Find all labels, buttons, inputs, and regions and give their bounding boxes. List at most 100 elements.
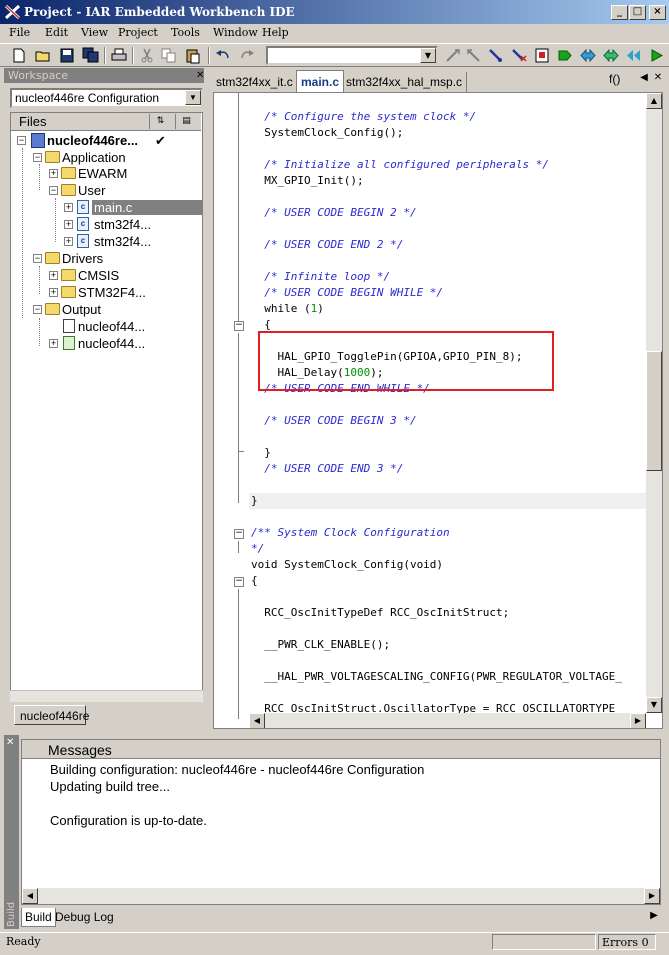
tab-stm32f4xx-it[interactable]: stm32f4xx_it.c xyxy=(212,72,298,92)
expand-icon[interactable]: + xyxy=(64,220,73,229)
redo-icon[interactable] xyxy=(238,47,256,64)
tab-debug-log[interactable]: Debug Log xyxy=(52,908,117,927)
minimize-button[interactable]: _ xyxy=(611,5,628,20)
cut-icon[interactable] xyxy=(138,47,156,64)
find-next-icon[interactable] xyxy=(444,47,462,64)
code-editor[interactable]: − − − /* Configure the system clock */ S… xyxy=(213,92,663,729)
undo-icon[interactable] xyxy=(214,47,232,64)
code-line: /* USER CODE BEGIN 3 */ xyxy=(251,414,417,427)
tree-item-label: EWARM xyxy=(78,166,128,181)
code-line: RCC_OscInitTypeDef RCC_OscInitStruct; xyxy=(251,606,510,619)
close-icon[interactable]: ✕ xyxy=(6,737,14,748)
message-line: Building configuration: nucleof446re - n… xyxy=(50,762,425,777)
navigate-back-icon[interactable] xyxy=(579,47,597,64)
maximize-button[interactable]: □ xyxy=(629,5,646,20)
folder-icon xyxy=(45,303,60,315)
code-line: __PWR_CLK_ENABLE(); xyxy=(251,638,391,651)
close-icon[interactable]: ✕ xyxy=(196,70,204,81)
expand-icon[interactable]: + xyxy=(49,288,58,297)
c-file-icon: c xyxy=(77,200,89,214)
collapse-icon[interactable]: − xyxy=(33,305,42,314)
editor-vertical-scrollbar[interactable]: ▲ ▼ xyxy=(646,93,662,713)
paste-icon[interactable] xyxy=(184,47,202,64)
workspace-tab[interactable]: nucleof446re xyxy=(14,705,89,725)
fold-collapse-icon[interactable]: − xyxy=(234,529,244,539)
fold-collapse-icon[interactable]: − xyxy=(234,321,244,331)
menu-file[interactable]: File xyxy=(9,26,30,39)
collapse-icon[interactable]: − xyxy=(49,186,58,195)
scroll-up-icon[interactable]: ▲ xyxy=(646,93,662,109)
editor-horizontal-scrollbar[interactable]: ◀ ▶ xyxy=(249,713,646,728)
scroll-left-icon[interactable]: ◀ xyxy=(249,713,265,728)
expand-icon[interactable]: + xyxy=(49,271,58,280)
menu-edit[interactable]: Edit xyxy=(45,26,68,39)
menu-tools[interactable]: Tools xyxy=(171,26,200,39)
tree-item-label: Drivers xyxy=(62,251,104,266)
new-file-icon[interactable] xyxy=(10,47,28,64)
tree-item-main-c[interactable]: + c main.c xyxy=(14,200,202,217)
fold-collapse-icon[interactable]: − xyxy=(234,577,244,587)
make-icon[interactable] xyxy=(625,47,643,64)
tree-item-label: nucleof44... xyxy=(78,336,146,351)
next-bookmark-icon[interactable] xyxy=(556,47,574,64)
chevron-down-icon[interactable]: ▼ xyxy=(420,48,436,63)
tree-item-label: nucleof446re... xyxy=(47,133,139,148)
scroll-thumb[interactable] xyxy=(646,351,662,471)
code-line: while (1) xyxy=(251,302,324,315)
expand-icon[interactable]: + xyxy=(64,203,73,212)
find-previous-icon[interactable] xyxy=(465,47,483,64)
window-title: Project - IAR Embedded Workbench IDE xyxy=(24,5,295,19)
find-combo[interactable]: ▼ xyxy=(266,46,438,65)
tree-item-label: User xyxy=(78,183,106,198)
ide-window: Project - IAR Embedded Workbench IDE _ □… xyxy=(0,0,669,955)
expand-icon[interactable]: + xyxy=(49,339,58,348)
menu-window[interactable]: Window xyxy=(213,26,258,39)
options-icon[interactable]: ▤ xyxy=(175,114,197,129)
chevron-left-icon[interactable]: ◀ xyxy=(638,72,650,86)
tab-stm32f4xx-hal-msp[interactable]: stm32f4xx_hal_msp.c xyxy=(342,72,468,92)
tab-main-c[interactable]: main.c xyxy=(296,70,345,92)
menu-view[interactable]: View xyxy=(81,26,108,39)
chevron-right-icon[interactable]: ▶ xyxy=(648,910,660,924)
toggle-bookmark-icon[interactable] xyxy=(533,47,551,64)
messages-horizontal-scrollbar[interactable]: ◀ ▶ xyxy=(22,888,660,904)
messages-side-title: Build xyxy=(4,735,19,929)
copy-icon[interactable] xyxy=(160,47,178,64)
go-to-bookmark-icon[interactable] xyxy=(510,47,528,64)
workspace-horizontal-scrollbar[interactable] xyxy=(10,690,203,702)
collapse-icon[interactable]: − xyxy=(33,254,42,263)
save-all-icon[interactable] xyxy=(82,47,100,64)
tree-item-project[interactable]: − nucleof446re... ✔ xyxy=(14,133,202,150)
code-line: void SystemClock_Config(void) xyxy=(251,558,444,571)
save-icon[interactable] xyxy=(58,47,76,64)
debug-icon[interactable] xyxy=(648,47,666,64)
menu-help[interactable]: Help xyxy=(262,26,289,39)
collapse-icon[interactable]: − xyxy=(33,153,42,162)
tab-build[interactable]: Build xyxy=(21,908,56,927)
folder-icon xyxy=(61,167,76,179)
chevron-down-icon[interactable]: ▼ xyxy=(185,90,201,105)
expand-icon[interactable]: + xyxy=(49,169,58,178)
scroll-right-icon[interactable]: ▶ xyxy=(644,888,660,904)
messages-header[interactable]: Messages xyxy=(22,740,660,759)
find-in-files-icon[interactable] xyxy=(487,47,505,64)
tree-item-label: nucleof44... xyxy=(78,319,146,334)
configuration-select[interactable]: nucleof446re Configuration ▼ xyxy=(10,88,203,108)
close-icon[interactable]: ✕ xyxy=(652,72,664,86)
status-text: Ready xyxy=(6,935,41,948)
scroll-left-icon[interactable]: ◀ xyxy=(22,888,38,904)
print-icon[interactable] xyxy=(110,47,128,64)
code-text: /* Configure the system clock */ SystemC… xyxy=(251,109,646,713)
expand-icon[interactable]: + xyxy=(64,237,73,246)
scroll-down-icon[interactable]: ▼ xyxy=(646,697,662,713)
menu-project[interactable]: Project xyxy=(118,26,158,39)
collapse-icon[interactable]: − xyxy=(17,136,26,145)
close-button[interactable]: × xyxy=(649,5,666,20)
open-folder-icon[interactable] xyxy=(34,47,52,64)
sort-icon[interactable]: ⇅ xyxy=(149,114,171,129)
navigate-forward-icon[interactable] xyxy=(602,47,620,64)
tree-item-label: main.c xyxy=(92,200,202,215)
folder-icon xyxy=(61,184,76,196)
scroll-right-icon[interactable]: ▶ xyxy=(630,713,646,728)
function-combo[interactable]: f() xyxy=(609,72,620,86)
